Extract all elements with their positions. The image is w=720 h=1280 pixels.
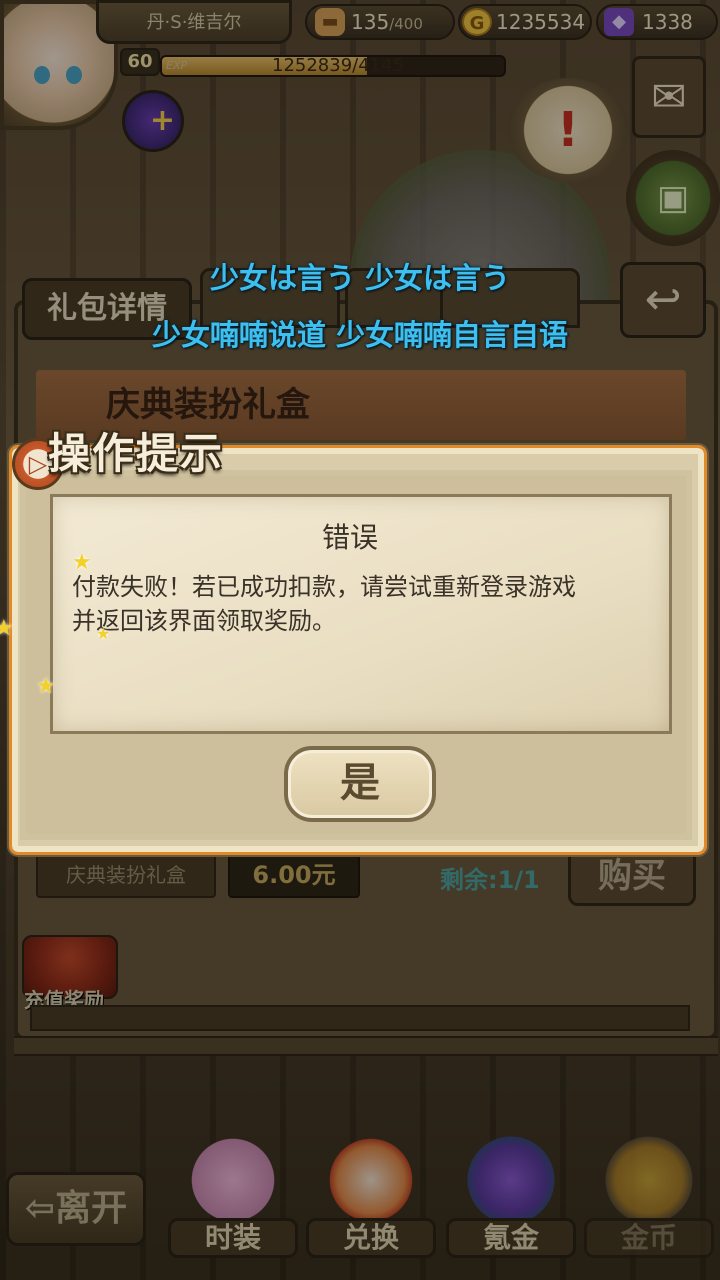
sparkle-star-icon: ★ [72, 550, 92, 575]
sparkle-star-icon: ★ [96, 624, 111, 643]
dialog-title: 操作提示 [48, 429, 225, 478]
dialog-heading: 错误 [321, 521, 378, 554]
subtitle-line-2: 少女喃喃说道 少女喃喃自言自语 [151, 318, 569, 352]
sparkle-star-icon: ★ [36, 674, 56, 699]
dialog-message: 付款失败！若已成功扣款，请尝试重新登录游戏 并返回该界面领取奖励。 [72, 570, 652, 638]
sparkle-star-icon: ★ [0, 616, 14, 641]
dialog-message-line: 付款失败！若已成功扣款，请尝试重新登录游戏 [72, 573, 576, 601]
dialog-message-line: 并返回该界面领取奖励。 [72, 607, 336, 635]
subtitle-line-1: 少女は言う 少女は言う [209, 261, 511, 295]
confirm-button[interactable]: 是 [284, 746, 436, 822]
